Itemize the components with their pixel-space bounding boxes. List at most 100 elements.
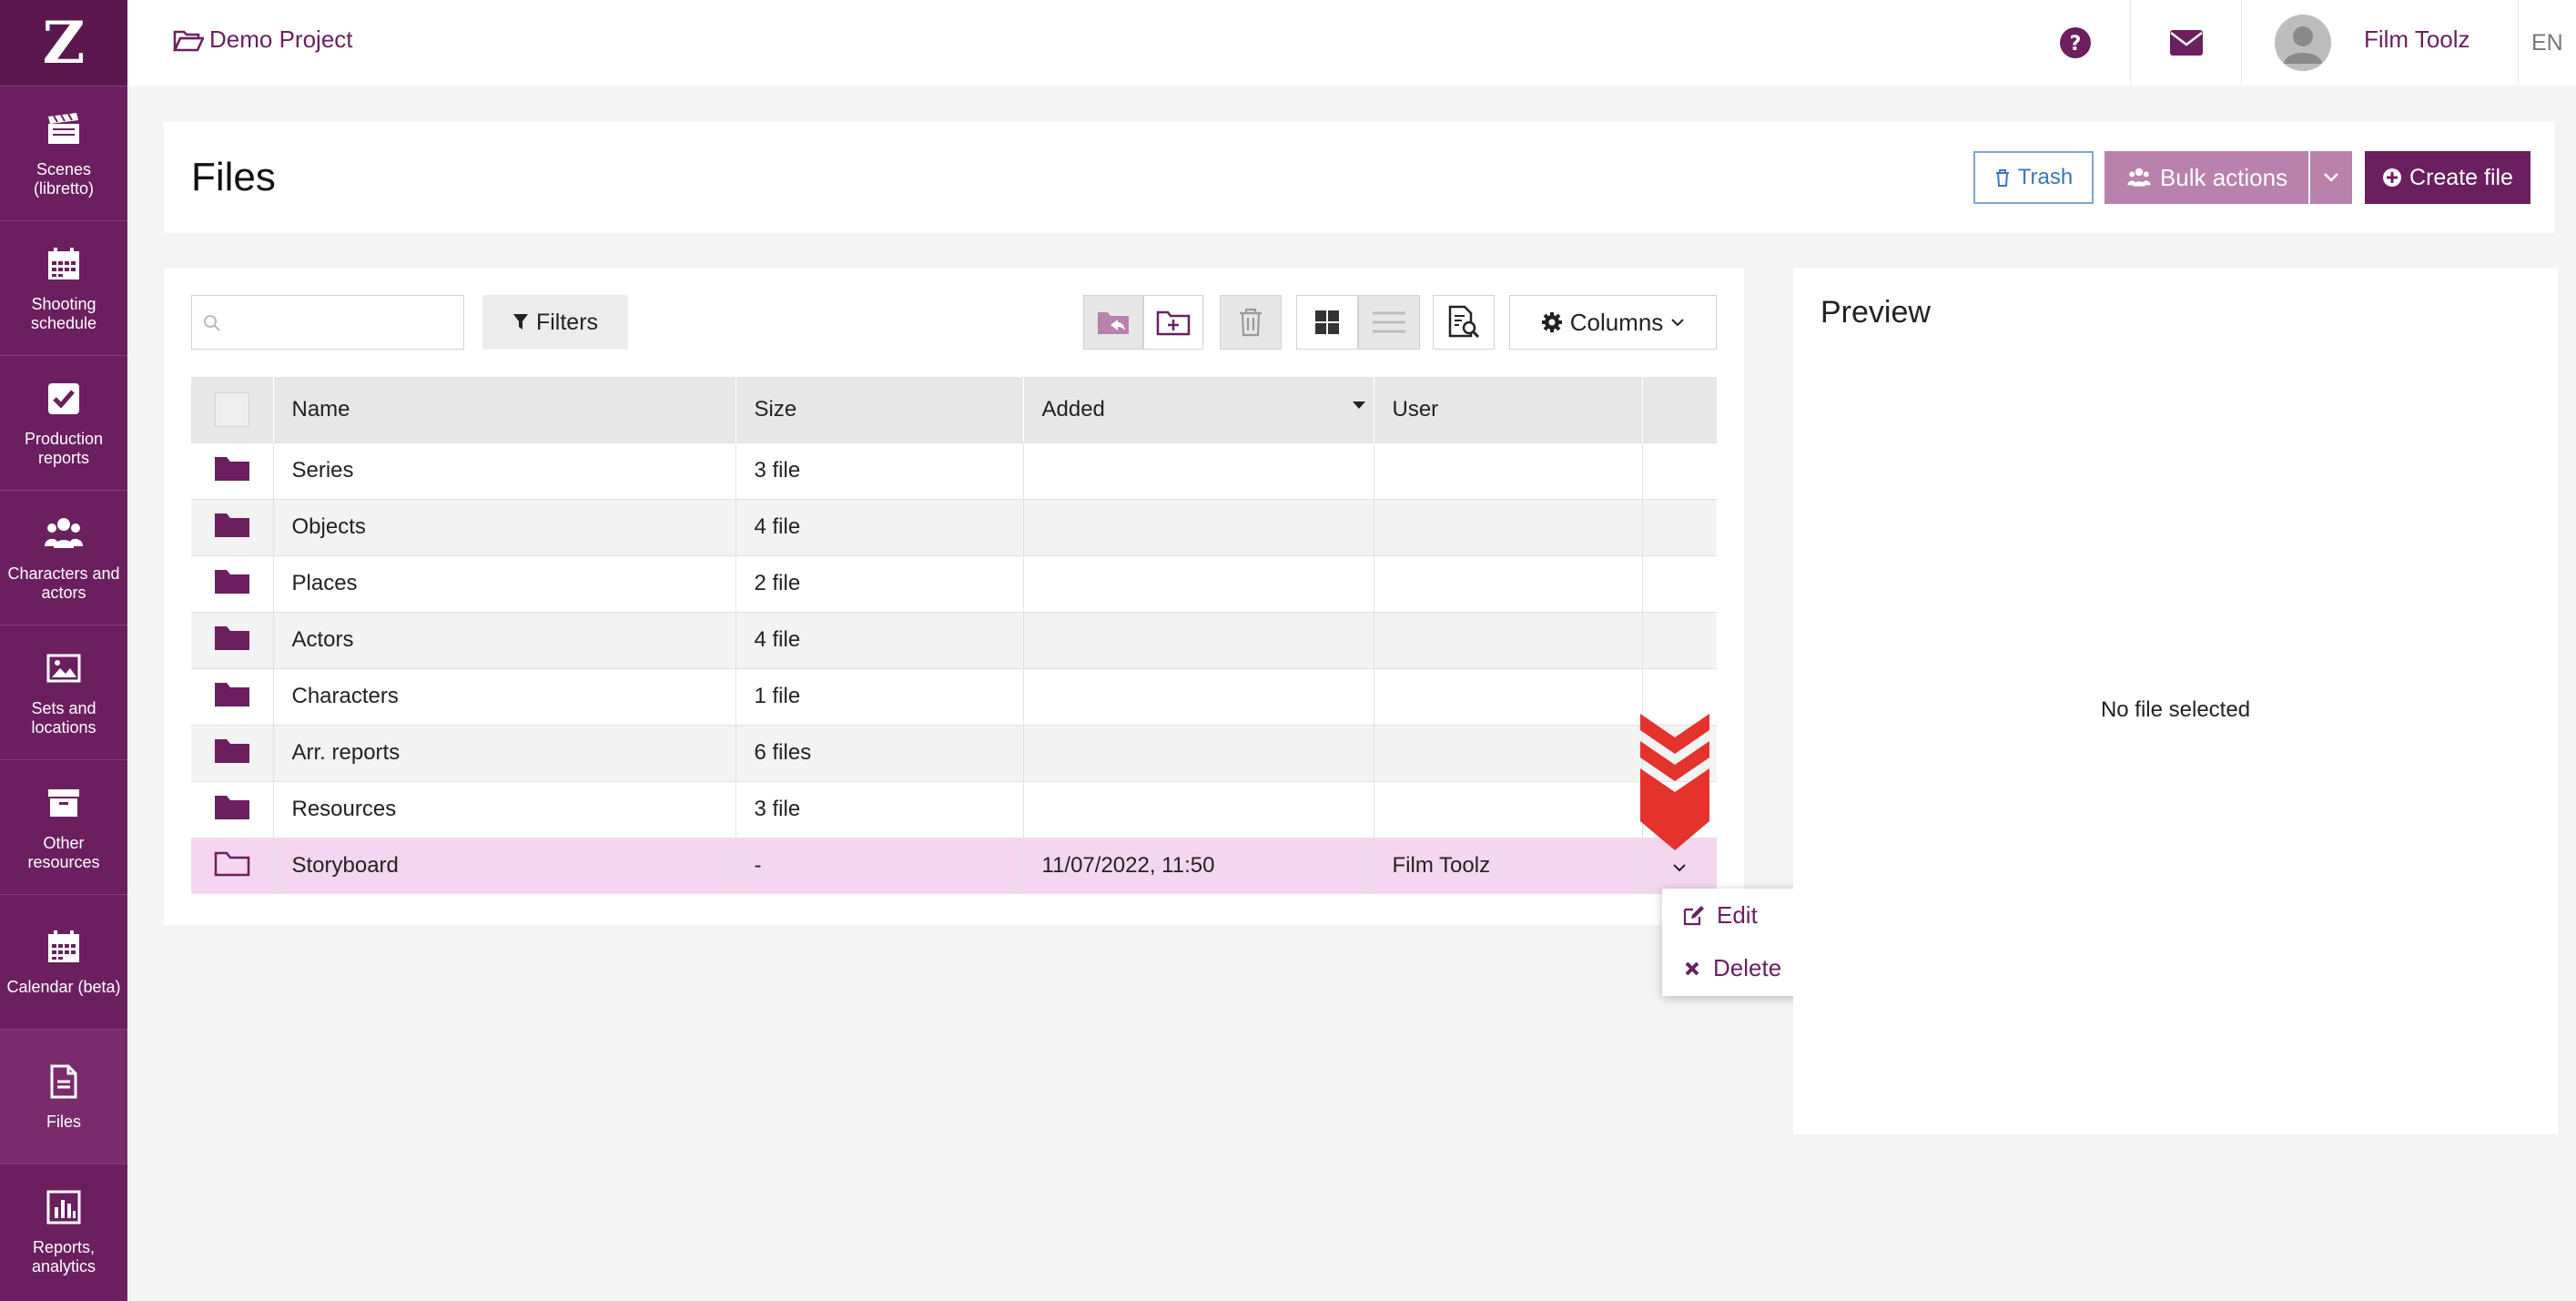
table-row[interactable]: Series 3 file: [191, 442, 1717, 499]
row-actions: [1642, 611, 1717, 668]
trash-icon: [1995, 169, 2009, 187]
sidebar-item-label: Other resources: [27, 833, 100, 871]
chevron-down-icon: [1671, 319, 1685, 327]
row-size: 4 file: [735, 611, 1024, 668]
sidebar-item-shooting-schedule[interactable]: Shooting schedule: [0, 220, 127, 355]
sidebar-item-other-resources[interactable]: Other resources: [0, 759, 127, 894]
chevron-down-icon: [2324, 173, 2338, 182]
row-user: [1374, 442, 1643, 499]
chevron-down-icon: [1673, 864, 1686, 872]
messages-button[interactable]: [2130, 0, 2241, 86]
columns-button[interactable]: Columns: [1509, 295, 1717, 350]
row-user: [1374, 780, 1643, 838]
column-header-size[interactable]: Size: [735, 377, 1024, 442]
row-user: [1374, 724, 1643, 781]
file-icon: [44, 1062, 84, 1102]
folder-icon: [214, 682, 249, 706]
list-view-button[interactable]: [1358, 295, 1420, 350]
row-icon-cell: [191, 780, 274, 838]
menu-item-label: Delete: [1713, 954, 1782, 981]
bulk-actions-button[interactable]: Bulk actions: [2104, 151, 2308, 204]
files-panel: Filters Columns Name Size Added User Ser…: [164, 268, 1744, 925]
sidebar-item-reports-analytics[interactable]: Reports, analytics: [0, 1164, 127, 1298]
user-menu[interactable]: Film Toolz: [2241, 0, 2518, 86]
row-actions: [1642, 498, 1717, 555]
sidebar: Z Scenes (libretto) Shooting schedule Pr…: [0, 0, 127, 1301]
sidebar-item-calendar[interactable]: Calendar (beta): [0, 894, 127, 1029]
select-all-checkbox[interactable]: [214, 391, 249, 427]
sidebar-item-sets-locations[interactable]: Sets and locations: [0, 625, 127, 759]
row-added: [1023, 442, 1374, 499]
filters-button[interactable]: Filters: [482, 295, 628, 350]
trash-button[interactable]: Trash: [1973, 151, 2094, 204]
parent-folder-button[interactable]: [1083, 295, 1143, 350]
row-size: 3 file: [735, 780, 1024, 838]
search-input[interactable]: [228, 305, 456, 340]
app-logo[interactable]: Z: [0, 0, 127, 86]
row-icon-cell: [191, 442, 274, 499]
project-link[interactable]: Demo Project: [173, 25, 353, 54]
users-icon: [44, 513, 84, 554]
row-added: 11/07/2022, 11:50: [1023, 837, 1374, 894]
edit-icon: [1683, 905, 1704, 925]
search-icon: [204, 315, 220, 331]
sort-desc-icon: [1352, 401, 1365, 409]
row-name[interactable]: Actors: [273, 611, 736, 668]
column-header-user[interactable]: User: [1374, 377, 1643, 442]
table-row[interactable]: Places 2 file: [191, 554, 1717, 612]
sidebar-item-files[interactable]: Files: [0, 1029, 127, 1164]
sidebar-item-label: Scenes (libretto): [33, 159, 94, 198]
row-icon-cell: [191, 837, 274, 894]
create-file-button[interactable]: Create file: [2365, 151, 2530, 204]
row-name[interactable]: Series: [273, 442, 736, 499]
folder-icon: [214, 738, 249, 763]
row-name[interactable]: Arr. reports: [273, 724, 736, 781]
menu-item-delete[interactable]: Delete: [1682, 954, 1781, 982]
sidebar-item-characters-actors[interactable]: Characters and actors: [0, 490, 127, 625]
sidebar-item-label: Production reports: [24, 429, 104, 467]
clapperboard-icon: [44, 109, 84, 149]
table-row[interactable]: Characters 1 file: [191, 667, 1717, 725]
logo-text: Z: [42, 8, 86, 77]
folder-icon: [214, 513, 249, 537]
row-name[interactable]: Resources: [273, 780, 736, 838]
bulk-actions-dropdown-toggle[interactable]: [2310, 151, 2352, 204]
sidebar-item-scenes[interactable]: Scenes (libretto): [0, 86, 127, 220]
row-name[interactable]: Storyboard: [273, 837, 736, 894]
folder-outline-icon: [214, 851, 249, 876]
column-header-name[interactable]: Name: [273, 377, 736, 442]
sidebar-item-production-reports[interactable]: Production reports: [0, 355, 127, 490]
menu-item-edit[interactable]: Edit: [1682, 901, 1758, 930]
delete-selected-button[interactable]: [1220, 295, 1282, 350]
plus-circle-icon: [2383, 168, 2402, 187]
filter-icon: [512, 314, 528, 330]
user-name: Film Toolz: [2364, 25, 2470, 53]
language-switch[interactable]: EN: [2518, 0, 2576, 86]
row-icon-cell: [191, 611, 274, 668]
column-header-added[interactable]: Added: [1023, 377, 1374, 442]
grid-view-button[interactable]: [1296, 295, 1358, 350]
row-name[interactable]: Characters: [273, 667, 736, 725]
table-row[interactable]: Arr. reports 6 files: [191, 724, 1717, 781]
row-name[interactable]: Places: [273, 554, 736, 612]
row-added: [1023, 498, 1374, 555]
table-row[interactable]: Actors 4 file: [191, 611, 1717, 668]
file-preview-button[interactable]: [1433, 295, 1495, 350]
row-size: 2 file: [735, 554, 1024, 612]
table-row[interactable]: Resources 3 file: [191, 780, 1717, 838]
sidebar-item-label: Files: [46, 1113, 81, 1131]
row-size: -: [735, 837, 1024, 894]
bar-chart-icon: [44, 1187, 84, 1227]
gear-icon: [1541, 312, 1562, 332]
select-all-cell: [191, 377, 274, 442]
new-folder-button[interactable]: [1143, 295, 1203, 350]
help-button[interactable]: ?: [2021, 0, 2130, 86]
table-row-selected[interactable]: Storyboard - 11/07/2022, 11:50 Film Tool…: [191, 837, 1717, 894]
row-icon-cell: [191, 554, 274, 612]
sidebar-item-label: Reports, analytics: [31, 1237, 96, 1276]
row-size: 4 file: [735, 498, 1024, 555]
row-added: [1023, 780, 1374, 838]
row-name[interactable]: Objects: [273, 498, 736, 555]
menu-item-label: Edit: [1717, 901, 1758, 929]
table-row[interactable]: Objects 4 file: [191, 498, 1717, 555]
